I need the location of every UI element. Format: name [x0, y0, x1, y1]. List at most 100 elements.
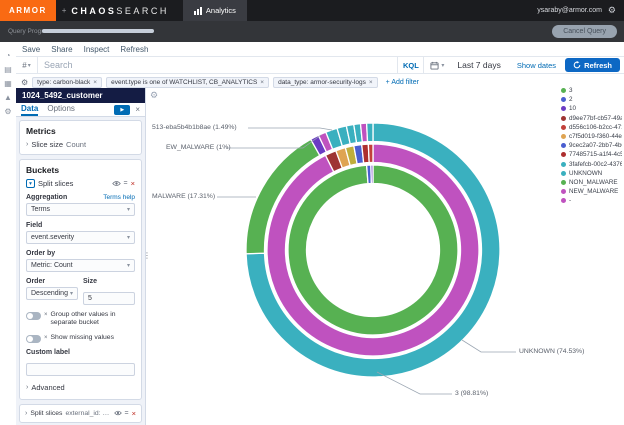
eye-icon[interactable] [113, 410, 122, 416]
aggregation-value: Terms [31, 206, 51, 213]
filter-pill-label: event.type is one of WATCHLIST, CB_ANALY… [111, 78, 258, 86]
query-input-bar: # ▾ KQL ▾ Last 7 days Show dates Refresh [16, 56, 624, 74]
map-icon[interactable]: ▲ [4, 94, 12, 102]
remove-bucket-icon[interactable]: × [132, 409, 136, 418]
search-input[interactable] [38, 57, 398, 73]
chevron-right-icon: › [26, 141, 29, 148]
toggle-x-icon: × [44, 312, 48, 318]
custom-label-input[interactable] [26, 362, 135, 376]
legend-label: NEW_MALWARE [569, 188, 619, 196]
order-select[interactable]: Descending ▾ [26, 287, 78, 300]
legend-dot [561, 161, 566, 167]
kql-toggle[interactable]: KQL [397, 57, 423, 73]
tab-data[interactable]: Data [21, 103, 39, 116]
aggregation-label: Aggregation [26, 194, 68, 201]
sub-bucket-label: Split slices [30, 409, 63, 417]
filter-options-gear-icon[interactable]: ⚙ [21, 78, 28, 87]
legend-item[interactable]: NEW_MALWARE [561, 187, 622, 196]
field-label: Field [26, 222, 43, 229]
sub-buckets: ›Split slicesexternal_id: Desc...=×›Spli… [19, 403, 142, 425]
order-by-label: Order by [26, 250, 56, 257]
saved-query-menu[interactable]: # ▾ [16, 57, 38, 73]
legend-item[interactable]: 3 [561, 86, 622, 95]
user-email[interactable]: ysaraby@armor.com [537, 7, 602, 14]
apply-changes-button[interactable]: ▶ [114, 104, 131, 115]
nav-rail: ◔ ▤ ▦ ▲ ⚙ [0, 42, 16, 425]
field-select[interactable]: event.severity ▾ [26, 231, 135, 244]
accordion-toggle-icon[interactable]: ▾ [26, 179, 35, 188]
pie-slice[interactable] [365, 122, 374, 143]
cancel-query-button[interactable]: Cancel Query [552, 25, 617, 38]
hash-icon: # [22, 60, 27, 70]
advanced-accordion[interactable]: › Advanced [26, 383, 135, 392]
time-range-value[interactable]: Last 7 days [450, 57, 507, 73]
tab-analytics[interactable]: Analytics [182, 0, 247, 21]
remove-filter-icon[interactable]: × [369, 79, 373, 86]
inspect-button[interactable]: Inspect [84, 45, 110, 54]
chevron-down-icon: ▾ [441, 62, 445, 69]
panel-resize-handle[interactable]: ⋮ [143, 252, 151, 260]
split-slices-row[interactable]: ▾ Split slices = × [26, 179, 135, 188]
filter-pill[interactable]: data_type: armor-security-logs × [273, 76, 378, 88]
pie-slice[interactable] [367, 143, 374, 164]
drag-handle-icon[interactable]: = [124, 180, 128, 187]
legend-label: NON_MALWARE [569, 178, 618, 186]
callout-leader-line [248, 127, 333, 131]
legend-item[interactable]: 2 [561, 95, 622, 104]
slice-callout-label: UNKNOWN (74.53%) [519, 348, 585, 355]
remove-bucket-icon[interactable]: × [131, 179, 135, 188]
refresh-link[interactable]: Refresh [120, 45, 148, 54]
clock-icon[interactable]: ◔ [6, 52, 11, 60]
header-separator: + [61, 6, 67, 15]
remove-filter-icon[interactable]: × [260, 79, 264, 86]
filter-pill[interactable]: event.type is one of WATCHLIST, CB_ANALY… [106, 76, 270, 88]
settings-icon[interactable]: ⚙ [4, 108, 11, 116]
legend-item[interactable]: 10 [561, 104, 622, 113]
legend-item[interactable]: c7f5d019-f360-44e... [561, 132, 622, 141]
share-button[interactable]: Share [51, 45, 72, 54]
remove-filter-icon[interactable]: × [93, 79, 97, 86]
legend-item[interactable]: 9cec2a07-2bb7-4b0... [561, 141, 622, 150]
size-input[interactable] [83, 292, 135, 305]
tab-options[interactable]: Options [47, 103, 75, 116]
donut-chart[interactable] [146, 88, 624, 425]
armor-logo[interactable]: ARMOR [0, 0, 56, 21]
legend-item[interactable]: 3fafefcb-00c2-4376... [561, 160, 622, 169]
pie-slice[interactable] [370, 164, 374, 185]
legend-item[interactable]: d9ee77bf-cb57-49a... [561, 114, 622, 123]
terms-help-link[interactable]: Terms help [103, 194, 135, 201]
show-missing-label: Show missing values [50, 333, 114, 341]
filter-pill[interactable]: type: carbon-black × [32, 76, 103, 88]
legend-dot [561, 152, 566, 158]
chevron-down-icon: ▾ [126, 235, 130, 241]
show-dates-button[interactable]: Show dates [508, 57, 565, 73]
sub-bucket-row[interactable]: ›Split slicesexternal_id: Desc...=× [19, 403, 142, 423]
refresh-button[interactable]: Refresh [565, 58, 620, 72]
legend-item[interactable]: - [561, 196, 622, 205]
metric-row[interactable]: › Slice size Count [26, 140, 135, 149]
pie-slice[interactable] [287, 164, 459, 336]
dashboard-icon[interactable]: ▤ [4, 66, 12, 74]
drag-handle-icon[interactable]: = [125, 410, 129, 417]
legend-item[interactable]: d556c106-b2cc-471... [561, 123, 622, 132]
group-other-toggle[interactable] [26, 312, 41, 320]
show-missing-toggle[interactable] [26, 334, 41, 343]
visualize-icon[interactable]: ▦ [4, 80, 12, 88]
legend-item[interactable]: NON_MALWARE [561, 178, 622, 187]
legend-item[interactable]: 77485715-a1f4-4c59... [561, 150, 622, 159]
order-by-select[interactable]: Metric: Count ▾ [26, 259, 135, 272]
legend-dot [561, 198, 566, 204]
discard-changes-icon[interactable]: × [135, 105, 140, 114]
date-picker-button[interactable]: ▾ [423, 57, 450, 73]
aggregation-select[interactable]: Terms ▾ [26, 203, 135, 216]
vis-editor-panel: 1024_5492_customer Data Options ▶ × Metr… [16, 88, 146, 425]
buckets-heading: Buckets [26, 165, 60, 175]
legend-item[interactable]: UNKNOWN [561, 169, 622, 178]
settings-gear-icon[interactable]: ⚙ [608, 6, 616, 15]
legend-dot [561, 179, 566, 185]
eye-icon[interactable] [111, 180, 121, 187]
index-pattern-title: 1024_5492_customer [16, 88, 145, 103]
add-filter-button[interactable]: + Add filter [386, 79, 419, 86]
chevron-down-icon: ▾ [126, 207, 130, 213]
save-button[interactable]: Save [22, 45, 40, 54]
